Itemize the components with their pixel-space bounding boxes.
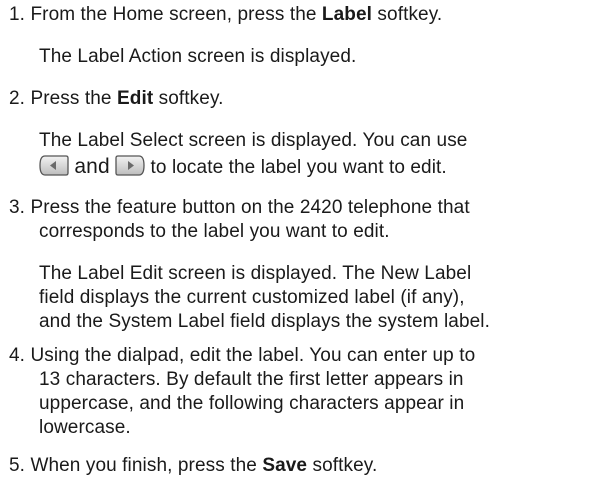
step-number: 1. <box>9 4 26 25</box>
step-3-result-line: field displays the current customized la… <box>39 287 465 308</box>
step-text: Using the dialpad, edit the label. You c… <box>30 345 476 366</box>
step-number: 4. <box>9 345 26 366</box>
right-arrow-key-icon <box>115 155 145 176</box>
step-text: From the Home screen, press the <box>30 4 322 25</box>
step-3-result-line: and the System Label field displays the … <box>39 311 490 332</box>
step-number: 3. <box>9 197 26 218</box>
step-2-result-line: and to locate the label you want to edit… <box>39 155 447 179</box>
softkey-name: Save <box>262 455 308 476</box>
step-3-instruction: 3. Press the feature button on the 2420 … <box>9 197 470 219</box>
step-2-result-line: The Label Select screen is displayed. Yo… <box>39 130 468 151</box>
step-2-instruction: 2. Press the Edit softkey. <box>9 88 224 110</box>
left-arrow-key-icon <box>39 155 69 176</box>
step-text: Press the feature button on the 2420 tel… <box>30 197 470 218</box>
step-5-instruction: 5. When you finish, press the Save softk… <box>9 455 377 477</box>
step-text: When you finish, press the <box>30 455 263 476</box>
step-4-instruction-line: 13 characters. By default the first lett… <box>39 369 464 390</box>
step-4-instruction-line: uppercase, and the following characters … <box>39 393 465 414</box>
step-3-instruction-line: corresponds to the label you want to edi… <box>39 221 390 242</box>
step-text: softkey. <box>372 4 443 25</box>
step-1-instruction: 1. From the Home screen, press the Label… <box>9 4 442 26</box>
step-text: to locate the label you want to edit. <box>150 157 447 178</box>
softkey-name: Label <box>321 4 373 25</box>
step-text: Press the <box>30 88 117 109</box>
and-text: and <box>74 155 110 178</box>
softkey-name: Edit <box>116 88 154 109</box>
step-text: softkey. <box>153 88 224 109</box>
step-1-result: The Label Action screen is displayed. <box>39 46 357 67</box>
instruction-document: 1. From the Home screen, press the Label… <box>0 0 607 479</box>
step-4-instruction: 4. Using the dialpad, edit the label. Yo… <box>9 345 475 367</box>
step-3-result-line: The Label Edit screen is displayed. The … <box>39 263 472 284</box>
step-text: softkey. <box>307 455 378 476</box>
step-number: 2. <box>9 88 26 109</box>
step-4-instruction-line: lowercase. <box>39 417 131 438</box>
step-number: 5. <box>9 455 26 476</box>
